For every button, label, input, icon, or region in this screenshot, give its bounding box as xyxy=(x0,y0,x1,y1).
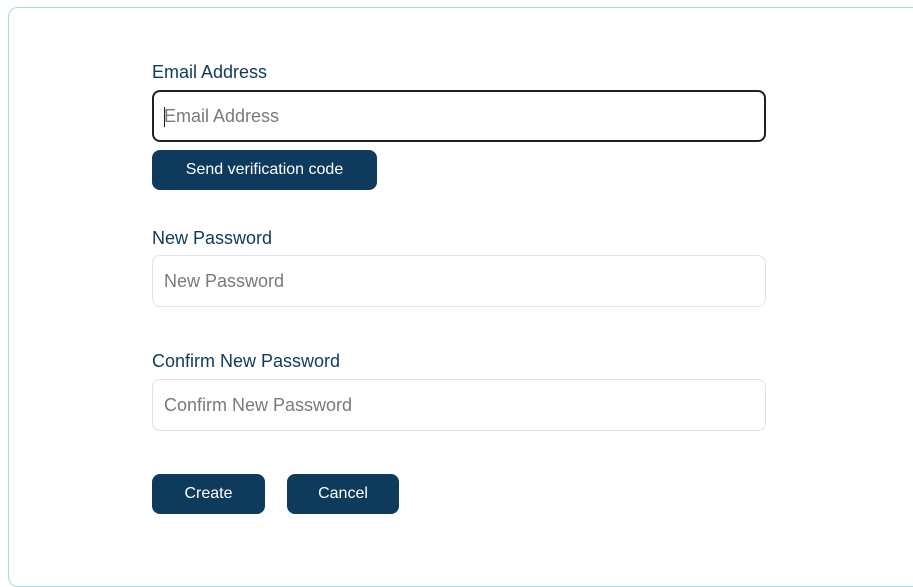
text-caret xyxy=(164,107,165,127)
cancel-button[interactable]: Cancel xyxy=(287,474,399,514)
confirm-password-field[interactable] xyxy=(152,379,766,431)
confirm-password-label: Confirm New Password xyxy=(152,351,341,371)
email-field[interactable] xyxy=(152,90,766,142)
email-field-wrapper xyxy=(152,90,766,142)
email-label: Email Address xyxy=(152,62,268,82)
new-password-field[interactable] xyxy=(152,255,766,307)
create-button[interactable]: Create xyxy=(152,474,265,514)
send-verification-code-button[interactable]: Send verification code xyxy=(152,150,377,190)
new-password-label: New Password xyxy=(152,228,273,248)
